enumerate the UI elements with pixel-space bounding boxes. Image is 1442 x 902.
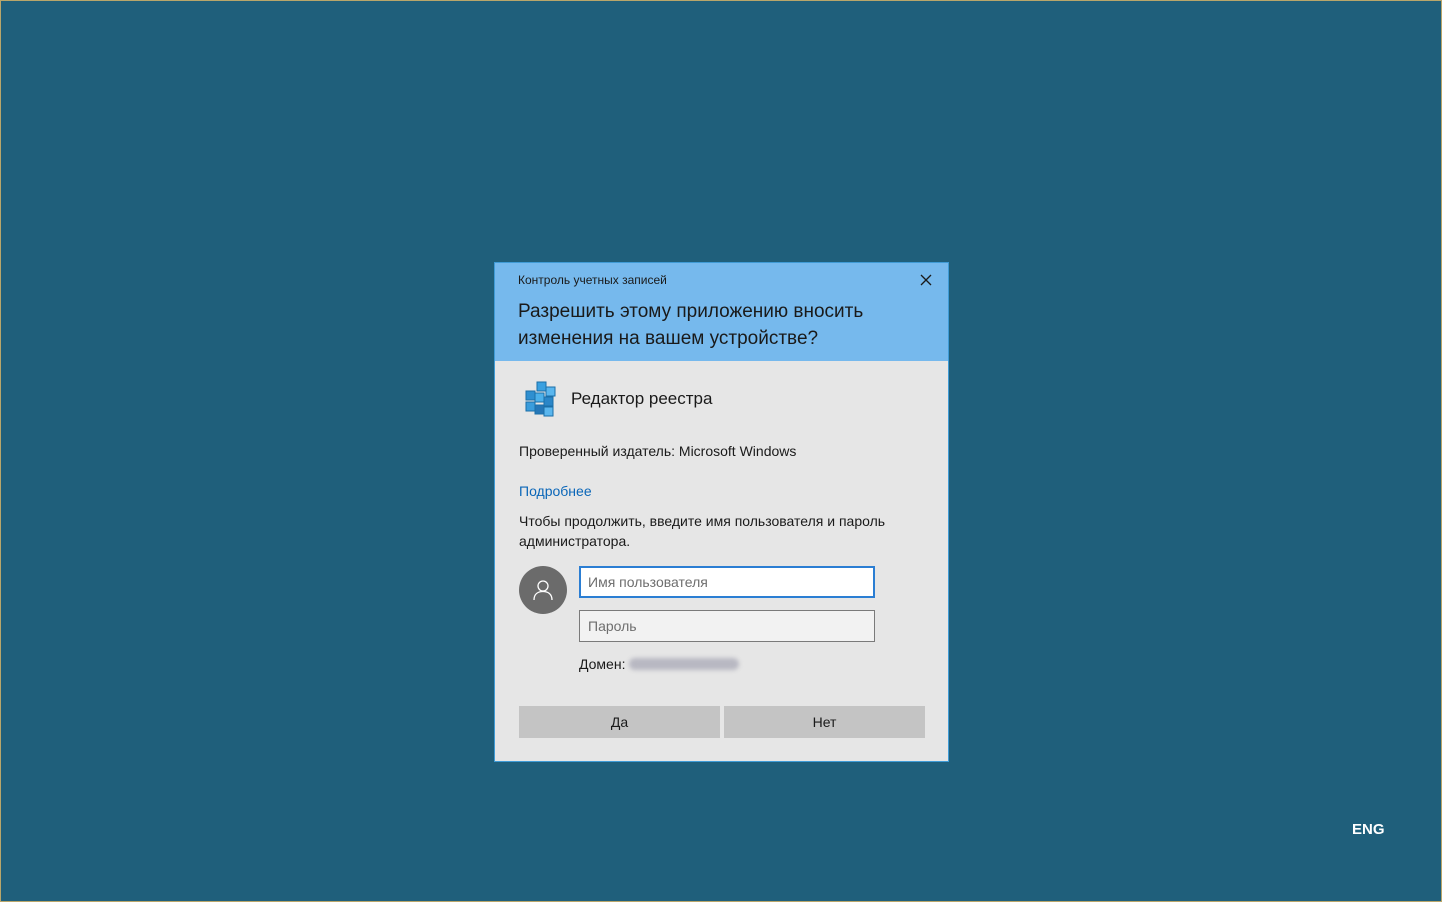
dialog-header: Контроль учетных записей Разрешить этому… — [495, 263, 948, 361]
uac-dialog: Контроль учетных записей Разрешить этому… — [494, 262, 949, 762]
dialog-question: Разрешить этому приложению вносить измен… — [518, 301, 864, 349]
close-button[interactable] — [914, 269, 938, 291]
domain-label: Домен: — [579, 656, 626, 672]
app-name: Редактор реестра — [571, 389, 713, 408]
username-input[interactable] — [579, 566, 875, 598]
publisher-text: Проверенный издатель: Microsoft Windows — [519, 443, 797, 459]
details-link[interactable]: Подробнее — [519, 483, 592, 499]
domain-value-redacted — [629, 658, 740, 670]
user-avatar-icon — [533, 580, 553, 601]
language-indicator[interactable]: ENG — [1352, 821, 1385, 838]
instruction-text: Чтобы продолжить, введите имя пользовате… — [519, 513, 886, 549]
no-button[interactable]: Нет — [724, 706, 925, 738]
dialog-title: Контроль учетных записей — [518, 273, 667, 287]
domain-row: Домен: — [579, 656, 740, 672]
password-input[interactable] — [579, 610, 875, 642]
registry-editor-icon — [525, 381, 556, 417]
yes-button[interactable]: Да — [519, 706, 720, 738]
user-avatar — [519, 566, 567, 614]
close-icon — [920, 274, 932, 286]
app-info: Редактор реестра — [523, 381, 712, 417]
